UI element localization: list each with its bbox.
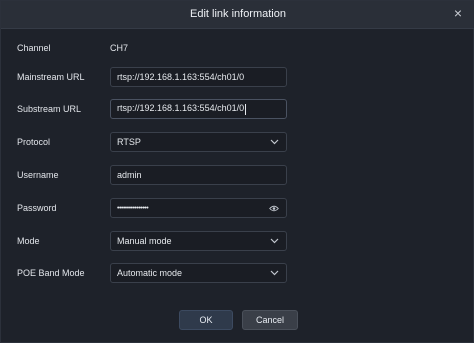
dialog-title: Edit link information bbox=[190, 8, 286, 20]
poe-value: Automatic mode bbox=[117, 268, 183, 278]
edit-link-dialog: Edit link information × Channel CH7 Main… bbox=[0, 0, 474, 343]
mode-label: Mode bbox=[17, 236, 40, 246]
password-value: •••••••••••••••• bbox=[117, 204, 149, 212]
poe-row: POE Band Mode Automatic mode bbox=[1, 263, 474, 283]
mode-row: Mode Manual mode bbox=[1, 231, 474, 251]
mainstream-label: Mainstream URL bbox=[17, 72, 85, 82]
protocol-label: Protocol bbox=[17, 137, 51, 147]
chevron-down-icon bbox=[267, 135, 281, 149]
chevron-down-icon bbox=[267, 234, 281, 248]
mode-value: Manual mode bbox=[117, 236, 172, 246]
password-input[interactable]: •••••••••••••••• bbox=[110, 198, 287, 218]
mainstream-url-input[interactable]: rtsp://192.168.1.163:554/ch01/0 bbox=[110, 67, 287, 87]
channel-value: CH7 bbox=[110, 43, 129, 53]
poe-band-select[interactable]: Automatic mode bbox=[110, 263, 287, 283]
username-label: Username bbox=[17, 170, 59, 180]
eye-icon[interactable] bbox=[267, 201, 281, 215]
chevron-down-icon bbox=[267, 266, 281, 280]
substream-label: Substream URL bbox=[17, 104, 82, 114]
substream-row: Substream URL rtsp://192.168.1.163:554/c… bbox=[1, 99, 474, 119]
protocol-value: RTSP bbox=[117, 137, 141, 147]
ok-button[interactable]: OK bbox=[179, 310, 233, 330]
channel-row: Channel CH7 bbox=[1, 39, 474, 59]
text-caret bbox=[245, 103, 247, 115]
channel-label: Channel bbox=[17, 43, 51, 53]
cancel-button[interactable]: Cancel bbox=[242, 310, 298, 330]
mode-select[interactable]: Manual mode bbox=[110, 231, 287, 251]
substream-url-value: rtsp://192.168.1.163:554/ch01/0 bbox=[117, 103, 245, 114]
dialog-titlebar: Edit link information × bbox=[1, 1, 474, 29]
password-row: Password •••••••••••••••• bbox=[1, 198, 474, 218]
protocol-row: Protocol RTSP bbox=[1, 132, 474, 152]
password-label: Password bbox=[17, 203, 57, 213]
poe-label: POE Band Mode bbox=[17, 268, 85, 278]
username-input[interactable]: admin bbox=[110, 165, 287, 185]
close-icon[interactable]: × bbox=[450, 5, 466, 21]
username-row: Username admin bbox=[1, 165, 474, 185]
protocol-select[interactable]: RTSP bbox=[110, 132, 287, 152]
mainstream-url-value: rtsp://192.168.1.163:554/ch01/0 bbox=[117, 72, 245, 82]
mainstream-row: Mainstream URL rtsp://192.168.1.163:554/… bbox=[1, 67, 474, 87]
username-value: admin bbox=[117, 170, 142, 180]
substream-url-input[interactable]: rtsp://192.168.1.163:554/ch01/0 bbox=[110, 99, 287, 119]
